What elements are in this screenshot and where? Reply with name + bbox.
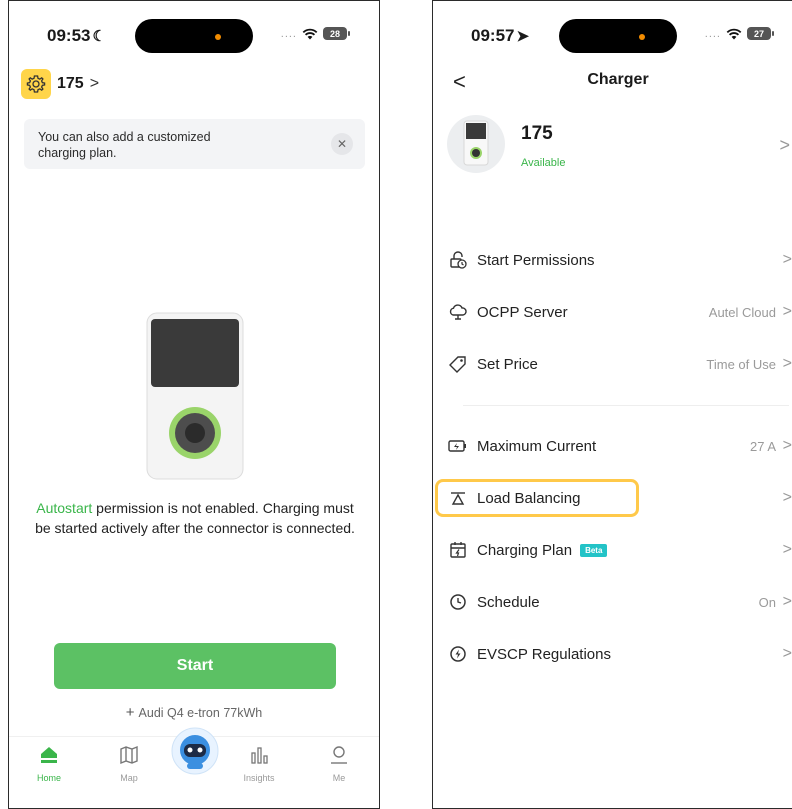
status-bar: 09:53 ☾ .... 28 bbox=[9, 1, 379, 57]
chevron-right-icon: > bbox=[782, 541, 792, 558]
charger-illustration bbox=[146, 312, 244, 480]
insights-icon bbox=[251, 747, 268, 764]
signal-icon: .... bbox=[704, 27, 721, 40]
charger-thumbnail bbox=[447, 115, 505, 173]
row-label: Load Balancing bbox=[477, 489, 581, 507]
wifi-icon bbox=[302, 28, 318, 39]
row-label: Charging Plan bbox=[477, 541, 573, 559]
tab-me[interactable]: Me bbox=[309, 745, 369, 783]
charger-status: Available bbox=[521, 157, 566, 169]
row-value: Autel Cloud bbox=[708, 304, 776, 320]
signal-icon: .... bbox=[280, 27, 297, 40]
tip-text: You can also add a customized charging p… bbox=[38, 130, 211, 160]
tab-insights-label: Insights bbox=[243, 773, 275, 783]
page-title: Charger bbox=[587, 71, 649, 88]
gear-icon bbox=[26, 75, 46, 93]
row-charging-plan[interactable]: Charging Plan Beta > bbox=[447, 532, 792, 568]
status-time: 09:57 ➤ bbox=[471, 26, 529, 46]
dynamic-island bbox=[559, 19, 677, 53]
tab-map[interactable]: Map bbox=[99, 745, 159, 783]
cloud-icon bbox=[447, 301, 469, 323]
tab-insights[interactable]: Insights bbox=[229, 745, 289, 783]
clock-icon bbox=[447, 591, 469, 613]
assistant-robot-icon[interactable] bbox=[171, 727, 219, 775]
chevron-right-icon: > bbox=[782, 437, 792, 454]
island-indicator bbox=[639, 34, 645, 40]
tab-me-label: Me bbox=[332, 773, 346, 783]
autostart-link[interactable]: Autostart bbox=[36, 500, 92, 516]
section-divider bbox=[463, 405, 789, 406]
chevron-right-icon[interactable]: > bbox=[90, 75, 99, 93]
chevron-right-icon: > bbox=[782, 645, 792, 662]
home-icon bbox=[41, 747, 57, 763]
add-vehicle-row[interactable]: + Audi Q4 e-tron 77kWh bbox=[9, 704, 379, 721]
row-label: Start Permissions bbox=[477, 251, 595, 269]
status-time: 09:53 ☾ bbox=[47, 26, 106, 46]
vehicle-name: Audi Q4 e-tron 77kWh bbox=[138, 706, 263, 720]
tab-home-label: Home bbox=[36, 773, 61, 783]
row-value: On bbox=[758, 594, 776, 610]
row-label: Set Price bbox=[477, 355, 538, 373]
row-load-balancing[interactable]: Load Balancing > bbox=[447, 480, 792, 516]
charger-card[interactable]: 175 Available > bbox=[447, 115, 792, 177]
row-ocpp-server[interactable]: OCPP Server Autel Cloud > bbox=[447, 294, 792, 330]
map-icon bbox=[120, 745, 138, 765]
beta-badge: Beta bbox=[580, 543, 608, 557]
plus-icon: + bbox=[125, 704, 135, 721]
row-value: Time of Use bbox=[706, 356, 776, 372]
chevron-right-icon: > bbox=[782, 593, 792, 610]
moon-icon: ☾ bbox=[92, 28, 106, 45]
balance-icon bbox=[447, 487, 469, 509]
battery-icon: 28 bbox=[323, 27, 350, 40]
calendar-icon bbox=[447, 539, 469, 561]
charger-name: 175 bbox=[521, 123, 553, 144]
close-icon[interactable]: ✕ bbox=[331, 133, 353, 155]
price-tag-icon bbox=[447, 353, 469, 375]
row-schedule[interactable]: Schedule On > bbox=[447, 584, 792, 620]
location-arrow-icon: ➤ bbox=[516, 28, 530, 45]
tip-banner: You can also add a customized charging p… bbox=[24, 119, 365, 169]
row-evscp-regulations[interactable]: EVSCP Regulations > bbox=[447, 636, 792, 672]
current-icon bbox=[447, 435, 469, 457]
chevron-right-icon: > bbox=[782, 303, 792, 320]
row-set-price[interactable]: Set Price Time of Use > bbox=[447, 346, 792, 382]
row-label: EVSCP Regulations bbox=[477, 645, 611, 663]
chevron-right-icon: > bbox=[782, 355, 792, 372]
dynamic-island bbox=[135, 19, 253, 53]
settings-button[interactable] bbox=[21, 69, 51, 99]
start-button[interactable]: Start bbox=[54, 643, 336, 689]
island-indicator bbox=[215, 34, 221, 40]
chevron-right-icon: > bbox=[782, 489, 792, 506]
device-selector[interactable]: 175 > bbox=[21, 69, 99, 99]
regulation-icon bbox=[447, 643, 469, 665]
status-time-text: 09:53 bbox=[47, 26, 91, 45]
autostart-message: Autostart permission is not enabled. Cha… bbox=[35, 498, 355, 538]
phone-home-screen: 09:53 ☾ .... 28 175 > You can also add a … bbox=[8, 0, 380, 809]
row-start-permissions[interactable]: Start Permissions > bbox=[447, 242, 792, 278]
status-time-text: 09:57 bbox=[471, 26, 515, 45]
status-indicators: .... 28 bbox=[280, 27, 350, 40]
device-name[interactable]: 175 bbox=[57, 75, 84, 93]
row-label: Schedule bbox=[477, 593, 540, 611]
wifi-icon bbox=[726, 28, 742, 39]
phone-charger-settings-screen: 09:57 ➤ .... 27 < Charger 175 Available >… bbox=[432, 0, 792, 809]
permissions-icon bbox=[447, 249, 469, 271]
tab-home[interactable]: Home bbox=[19, 745, 79, 783]
row-label: OCPP Server bbox=[477, 303, 568, 321]
chevron-right-icon: > bbox=[782, 251, 792, 268]
chevron-right-icon: > bbox=[779, 135, 790, 155]
tab-bar: Home Map Insights Me bbox=[9, 727, 379, 808]
tab-map-label: Map bbox=[120, 773, 138, 783]
row-label: Maximum Current bbox=[477, 437, 597, 455]
profile-icon bbox=[331, 746, 347, 764]
battery-icon: 27 bbox=[747, 27, 774, 40]
row-value: 27 A bbox=[749, 438, 776, 454]
status-bar: 09:57 ➤ .... 27 bbox=[433, 1, 792, 57]
status-indicators: .... 27 bbox=[704, 27, 774, 40]
row-maximum-current[interactable]: Maximum Current 27 A > bbox=[447, 428, 792, 464]
